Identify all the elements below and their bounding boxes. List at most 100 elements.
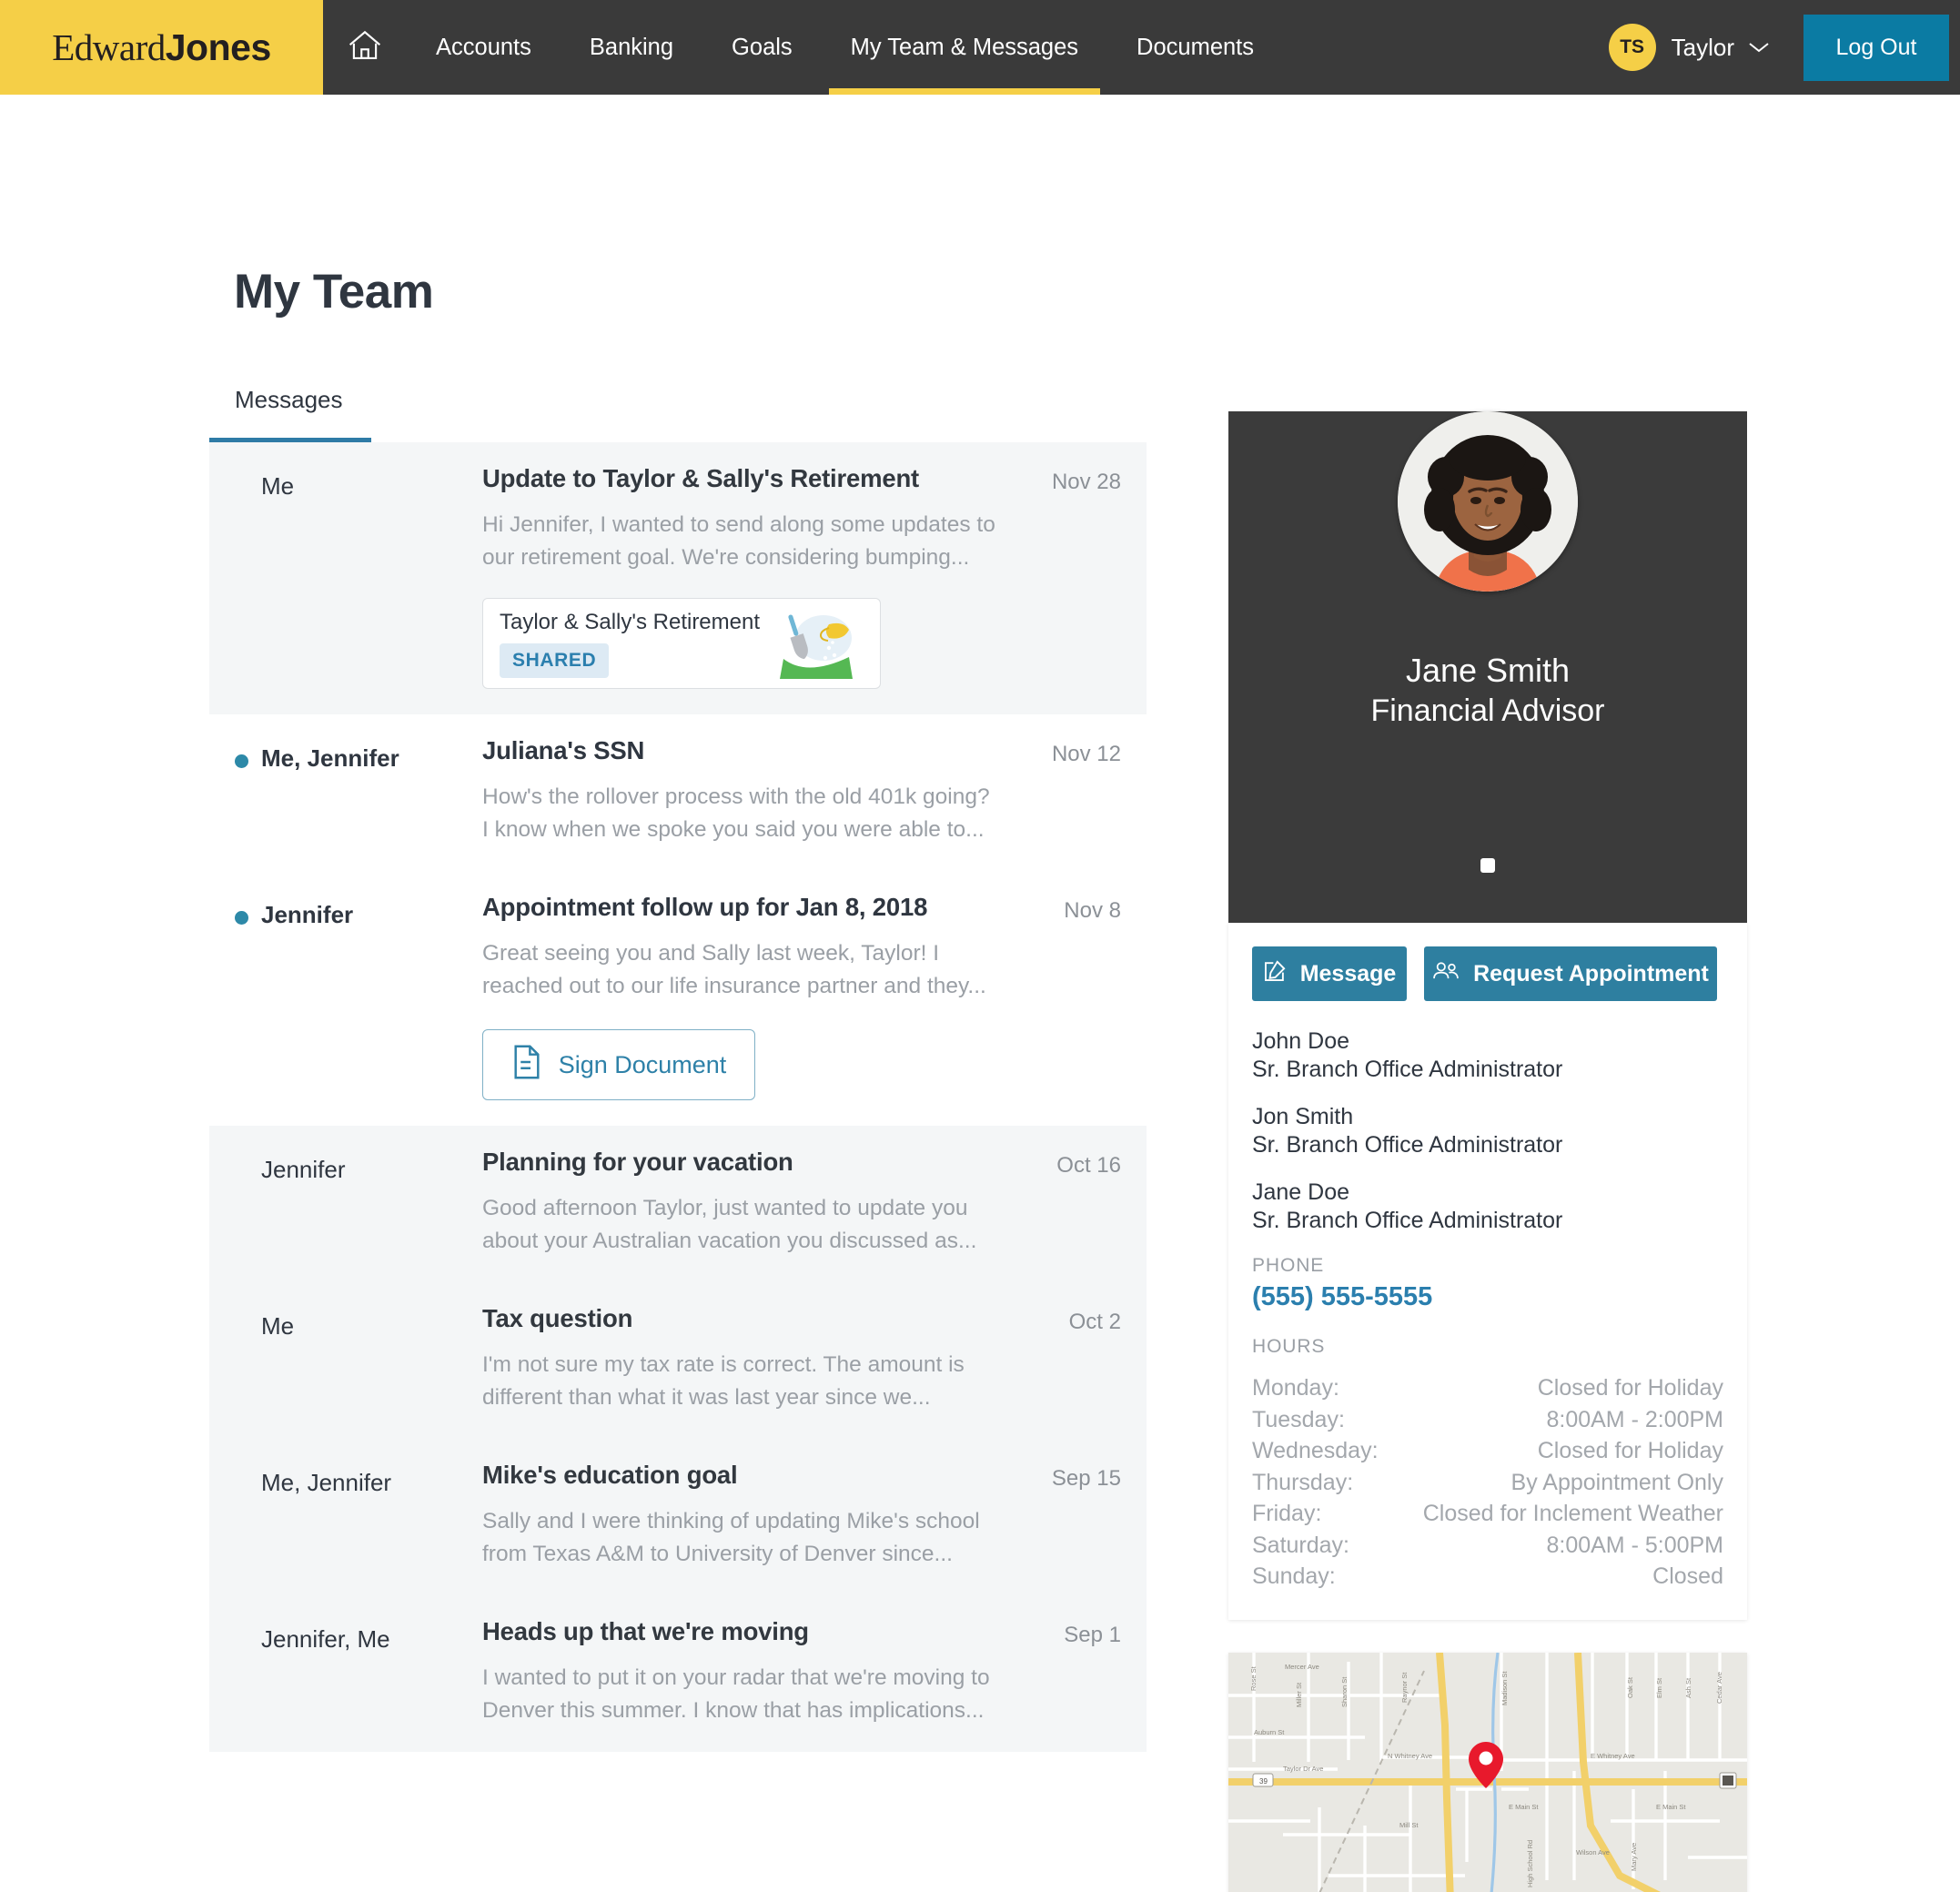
- staff-name: Jane Doe: [1252, 1179, 1350, 1205]
- hours-value: 8:00AM - 5:00PM: [1546, 1532, 1723, 1558]
- nav-item-my-team-and-messages[interactable]: My Team & Messages: [822, 0, 1107, 95]
- hours-row: Friday: Closed for Inclement Weather: [1252, 1498, 1723, 1530]
- message-row[interactable]: Me, Jennifer Mike's education goal Sally…: [209, 1439, 1147, 1596]
- hours-day: Sunday:: [1252, 1563, 1336, 1589]
- message-date: Nov 28: [1051, 470, 1121, 494]
- request-appointment-button[interactable]: Request Appointment: [1424, 946, 1717, 1001]
- message-preview: Sally and I were thinking of updating Mi…: [482, 1509, 980, 1566]
- hours-day: Tuesday:: [1252, 1406, 1345, 1432]
- svg-text:Miller St: Miller St: [1295, 1681, 1303, 1706]
- message-date: Oct 2: [1068, 1310, 1121, 1335]
- message-preview: Great seeing you and Sally last week, Ta…: [482, 941, 986, 998]
- message-preview: I'm not sure my tax rate is correct. The…: [482, 1352, 965, 1410]
- message-body-cell: Heads up that we're moving I wanted to p…: [482, 1617, 1010, 1726]
- message-row[interactable]: Jennifer Planning for your vacation Good…: [209, 1126, 1147, 1283]
- message-sender-cell: Me: [209, 464, 482, 689]
- message-row[interactable]: Jennifer, Me Heads up that we're moving …: [209, 1595, 1147, 1753]
- hours-label: HOURS: [1252, 1336, 1326, 1357]
- carousel-dot[interactable]: [1480, 858, 1495, 873]
- top-navigation-bar: EdwardJones Accounts Banking Goals My Te…: [0, 0, 1960, 95]
- svg-text:N Whitney Ave: N Whitney Ave: [1388, 1752, 1432, 1760]
- message-preview: Good afternoon Taylor, just wanted to up…: [482, 1196, 977, 1253]
- advisor-role: Financial Advisor: [1370, 693, 1605, 728]
- advisor-contact-card: Message Request Appointment John Doe Sr.…: [1228, 923, 1747, 1620]
- tab-messages[interactable]: Messages: [209, 386, 371, 442]
- request-appointment-label: Request Appointment: [1473, 960, 1709, 986]
- message-subject: Appointment follow up for Jan 8, 2018: [482, 893, 928, 922]
- people-icon: [1432, 960, 1460, 988]
- home-icon: [347, 29, 383, 66]
- message-body-cell: Update to Taylor & Sally's Retirement Hi…: [482, 464, 1010, 690]
- advisor-sidebar: Jane Smith Financial Advisor Message Req…: [1228, 354, 1747, 1892]
- hours-day: Thursday:: [1252, 1469, 1354, 1495]
- message-body-cell: Planning for your vacation Good afternoo…: [482, 1148, 1010, 1257]
- chevron-down-icon[interactable]: [1747, 40, 1771, 55]
- hours-day: Saturday:: [1252, 1532, 1350, 1558]
- message-sender-cell: Me, Jennifer: [209, 1461, 482, 1570]
- message-body-cell: Juliana's SSN How's the rollover process…: [482, 736, 1010, 845]
- hours-row: Monday: Closed for Holiday: [1252, 1372, 1723, 1404]
- page-title: My Team: [234, 265, 434, 319]
- message-subject: Juliana's SSN: [482, 736, 645, 765]
- compose-icon: [1263, 959, 1287, 989]
- sign-document-button[interactable]: Sign Document: [482, 1029, 755, 1101]
- phone-number-link[interactable]: (555) 555-5555: [1252, 1282, 1723, 1312]
- office-map[interactable]: Mercer Ave Rose St Miller St Sharon St A…: [1228, 1652, 1747, 1892]
- svg-text:Cedar Ave: Cedar Ave: [1715, 1672, 1723, 1704]
- message-sender-cell: Jennifer: [209, 1148, 482, 1257]
- message-button[interactable]: Message: [1252, 946, 1407, 1001]
- message-row[interactable]: Jennifer Appointment follow up for Jan 8…: [209, 871, 1147, 1126]
- logout-button[interactable]: Log Out: [1803, 14, 1949, 81]
- message-subject: Planning for your vacation: [482, 1148, 793, 1177]
- svg-text:E Whitney Ave: E Whitney Ave: [1591, 1752, 1635, 1760]
- goal-card-title: Taylor & Sally's Retirement: [500, 609, 761, 634]
- nav-item-banking[interactable]: Banking: [561, 0, 702, 95]
- message-row[interactable]: Me Tax question I'm not sure my tax rate…: [209, 1282, 1147, 1440]
- message-body-cell: Tax question I'm not sure my tax rate is…: [482, 1304, 1010, 1413]
- tab-bar: Messages: [209, 386, 1147, 442]
- svg-text:Sharon St: Sharon St: [1340, 1675, 1349, 1706]
- contact-action-buttons: Message Request Appointment: [1252, 946, 1723, 1001]
- nav-item-goals[interactable]: Goals: [702, 0, 822, 95]
- goal-card-text: Taylor & Sally's Retirement SHARED: [500, 610, 765, 678]
- hours-day: Monday:: [1252, 1375, 1339, 1401]
- message-sender: Jennifer: [261, 901, 354, 929]
- phone-label: PHONE: [1252, 1255, 1325, 1276]
- hours-value: Closed for Holiday: [1537, 1438, 1723, 1463]
- logo-text: EdwardJones: [52, 25, 271, 69]
- svg-text:Mary Ave: Mary Ave: [1630, 1842, 1638, 1870]
- svg-text:Auburn St: Auburn St: [1254, 1728, 1285, 1736]
- hours-row: Saturday: 8:00AM - 5:00PM: [1252, 1530, 1723, 1562]
- message-sender-cell: Jennifer: [209, 893, 482, 1100]
- goal-shared-badge: SHARED: [500, 642, 610, 678]
- message-sender: Me: [261, 1312, 295, 1341]
- staff-name: Jon Smith: [1252, 1104, 1354, 1129]
- hours-row: Thursday: By Appointment Only: [1252, 1467, 1723, 1499]
- planting-illustration-icon: [765, 608, 864, 680]
- message-row[interactable]: Me, Jennifer Juliana's SSN How's the rol…: [209, 714, 1147, 871]
- svg-text:39: 39: [1259, 1777, 1268, 1786]
- avatar[interactable]: TS: [1608, 24, 1656, 71]
- message-date: Nov 8: [1064, 898, 1121, 924]
- advisor-name: Jane Smith: [1405, 652, 1571, 689]
- message-row[interactable]: Me Update to Taylor & Sally's Retirement…: [209, 442, 1147, 715]
- sign-document-label: Sign Document: [558, 1050, 727, 1078]
- home-button[interactable]: [323, 0, 407, 95]
- nav-item-documents[interactable]: Documents: [1107, 0, 1283, 95]
- hours-row: Tuesday: 8:00AM - 2:00PM: [1252, 1404, 1723, 1436]
- message-date: Nov 12: [1051, 742, 1121, 767]
- svg-text:Mill St: Mill St: [1399, 1821, 1419, 1829]
- nav-item-accounts[interactable]: Accounts: [407, 0, 561, 95]
- message-sender-cell: Me, Jennifer: [209, 736, 482, 845]
- user-name-label[interactable]: Taylor: [1672, 34, 1734, 62]
- hours-row: Sunday: Closed: [1252, 1561, 1723, 1593]
- goal-attachment-card[interactable]: Taylor & Sally's Retirement SHARED: [482, 598, 881, 690]
- hours-row: Wednesday: Closed for Holiday: [1252, 1435, 1723, 1467]
- edward-jones-logo[interactable]: EdwardJones: [0, 0, 323, 95]
- svg-text:Rose St: Rose St: [1249, 1665, 1258, 1691]
- message-sender: Me, Jennifer: [261, 1469, 392, 1497]
- message-sender-cell: Jennifer, Me: [209, 1617, 482, 1726]
- message-sender: Jennifer: [261, 1156, 346, 1184]
- carousel-indicator[interactable]: [1228, 858, 1747, 873]
- message-date: Sep 1: [1064, 1623, 1121, 1648]
